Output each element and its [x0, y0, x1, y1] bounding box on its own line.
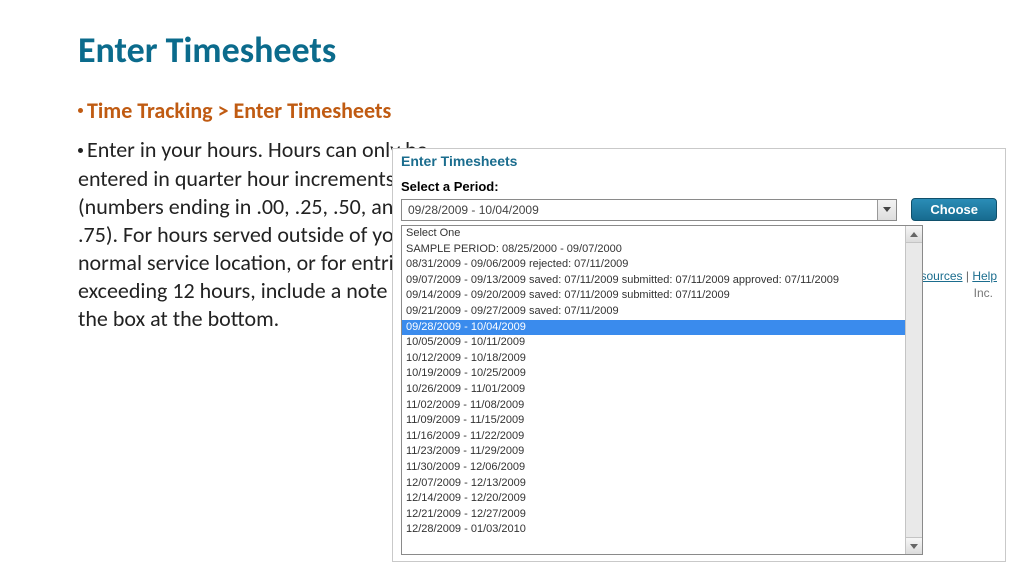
period-option[interactable]: 09/28/2009 - 10/04/2009 — [402, 320, 922, 336]
period-option[interactable]: 10/05/2009 - 10/11/2009 — [402, 335, 922, 351]
breadcrumb-text: Time Tracking > Enter Timesheets — [87, 97, 391, 124]
period-select-value: 09/28/2009 - 10/04/2009 — [408, 203, 539, 217]
period-option[interactable]: 09/07/2009 - 09/13/2009 saved: 07/11/200… — [402, 273, 922, 289]
dropdown-list: Select OneSAMPLE PERIOD: 08/25/2000 - 09… — [402, 226, 922, 554]
period-option[interactable]: 09/14/2009 - 09/20/2009 saved: 07/11/200… — [402, 288, 922, 304]
bullet-icon — [78, 148, 83, 153]
period-option[interactable]: SAMPLE PERIOD: 08/25/2000 - 09/07/2000 — [402, 242, 922, 258]
period-option[interactable]: 10/19/2009 - 10/25/2009 — [402, 366, 922, 382]
period-option[interactable]: Select One — [402, 226, 922, 242]
dropdown-scrollbar[interactable] — [905, 226, 922, 554]
breadcrumb: Time Tracking > Enter Timesheets — [78, 98, 428, 124]
help-link[interactable]: Help — [972, 269, 997, 283]
slide: Enter Timesheets Time Tracking > Enter T… — [0, 0, 1024, 576]
period-option[interactable]: 10/12/2009 - 10/18/2009 — [402, 351, 922, 367]
period-option[interactable]: 11/16/2009 - 11/22/2009 — [402, 429, 922, 445]
bg-links: esources | Help — [914, 269, 997, 283]
period-option[interactable]: 12/28/2009 - 01/03/2010 — [402, 522, 922, 538]
bg-inc: Inc. — [974, 286, 993, 300]
scroll-down-icon[interactable] — [906, 537, 922, 554]
content-column: Time Tracking > Enter Timesheets Enter i… — [78, 98, 428, 333]
choose-button[interactable]: Choose — [911, 198, 997, 221]
period-option[interactable]: 12/14/2009 - 12/20/2009 — [402, 491, 922, 507]
period-option[interactable]: 12/21/2009 - 12/27/2009 — [402, 507, 922, 523]
timesheet-panel: Enter Timesheets Select a Period: 09/28/… — [392, 148, 1006, 562]
period-option[interactable]: 11/23/2009 - 11/29/2009 — [402, 444, 922, 460]
chevron-down-icon[interactable] — [877, 200, 896, 220]
period-row: 09/28/2009 - 10/04/2009 Choose — [393, 198, 1005, 221]
period-option[interactable]: 12/07/2009 - 12/13/2009 — [402, 476, 922, 492]
body-text: Enter in your hours. Hours can only be e… — [78, 136, 428, 333]
options-container: Select OneSAMPLE PERIOD: 08/25/2000 - 09… — [402, 226, 922, 538]
period-option[interactable]: 11/02/2009 - 11/08/2009 — [402, 398, 922, 414]
panel-heading: Enter Timesheets — [393, 149, 1005, 179]
period-select[interactable]: 09/28/2009 - 10/04/2009 — [401, 199, 897, 221]
period-label: Select a Period: — [393, 179, 1005, 198]
period-option[interactable]: 08/31/2009 - 09/06/2009 rejected: 07/11/… — [402, 257, 922, 273]
period-option[interactable]: 10/26/2009 - 11/01/2009 — [402, 382, 922, 398]
page-title: Enter Timesheets — [78, 28, 1024, 72]
period-option[interactable]: 11/30/2009 - 12/06/2009 — [402, 460, 922, 476]
period-option[interactable]: 09/21/2009 - 09/27/2009 saved: 07/11/200… — [402, 304, 922, 320]
body-paragraph: Enter in your hours. Hours can only be e… — [78, 136, 428, 332]
period-dropdown[interactable]: Select OneSAMPLE PERIOD: 08/25/2000 - 09… — [401, 225, 923, 555]
scroll-up-icon[interactable] — [906, 226, 922, 243]
period-option[interactable]: 11/09/2009 - 11/15/2009 — [402, 413, 922, 429]
bullet-icon — [78, 108, 83, 113]
